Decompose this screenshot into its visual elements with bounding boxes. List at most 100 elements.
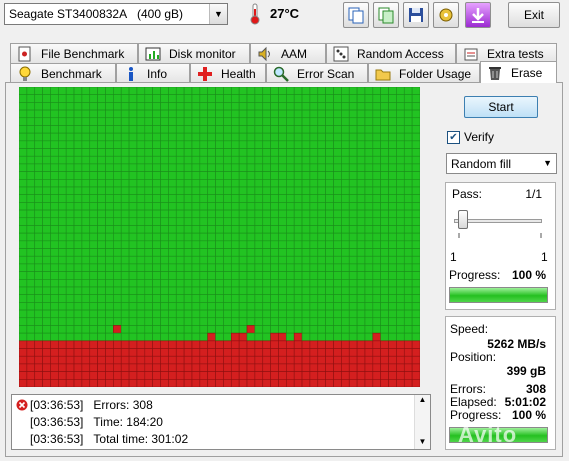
block-ok: [301, 148, 311, 157]
block-ok: [105, 271, 114, 280]
block-ok: [246, 171, 256, 180]
start-button[interactable]: Start: [464, 96, 538, 118]
block-error: [113, 348, 122, 357]
block-ok: [42, 186, 51, 195]
block-ok: [175, 117, 185, 126]
block-ok: [317, 294, 326, 303]
drive-select[interactable]: Seagate ST3400832A (400 gB) ▼: [4, 3, 228, 25]
block-ok: [97, 232, 106, 242]
block-ok: [191, 140, 201, 149]
scroll-down-icon[interactable]: ▼: [415, 437, 430, 449]
scroll-up-icon[interactable]: ▲: [415, 395, 430, 407]
block-ok: [293, 325, 303, 334]
exit-button[interactable]: Exit: [508, 2, 560, 28]
block-ok: [97, 279, 106, 288]
block-ok: [364, 125, 374, 134]
tab-erase[interactable]: Erase: [480, 61, 557, 83]
block-error: [199, 340, 208, 349]
pass-slider-thumb[interactable]: [458, 210, 468, 229]
block-ok: [230, 148, 240, 157]
block-ok: [364, 155, 374, 165]
block-error: [396, 348, 405, 357]
block-ok: [246, 209, 256, 219]
block-ok: [175, 240, 185, 249]
tab-health[interactable]: Health: [190, 63, 266, 83]
block-error: [175, 379, 185, 387]
download-button[interactable]: [465, 2, 491, 28]
log-scrollbar[interactable]: ▲ ▼: [414, 395, 430, 449]
block-error: [97, 371, 106, 380]
block-ok: [26, 202, 36, 211]
block-ok: [152, 163, 161, 172]
block-ok: [199, 186, 208, 195]
block-ok: [136, 102, 146, 111]
block-error: [293, 332, 303, 342]
tab-random-access[interactable]: Random Access: [326, 43, 456, 63]
tab-extra-tests[interactable]: Extra tests: [456, 43, 557, 63]
block-ok: [380, 87, 389, 95]
block-ok: [120, 140, 130, 149]
tab-aam[interactable]: AAM: [250, 43, 326, 63]
block-ok: [120, 163, 130, 172]
block-ok: [325, 255, 334, 265]
block-error: [50, 363, 59, 372]
block-ok: [73, 94, 83, 103]
block-ok: [65, 102, 75, 111]
copy-image-button[interactable]: [373, 2, 399, 28]
block-ok: [81, 109, 91, 119]
block-ok: [58, 263, 67, 272]
block-ok: [168, 248, 177, 257]
fill-mode-select[interactable]: Random fill ▼: [446, 153, 557, 174]
tab-benchmark[interactable]: Benchmark: [10, 63, 116, 83]
block-ok: [26, 171, 36, 180]
block-ok: [341, 109, 350, 119]
tab-disk-monitor[interactable]: Disk monitor: [138, 43, 250, 63]
block-ok: [58, 179, 67, 188]
block-ok: [372, 263, 381, 272]
block-ok: [207, 132, 216, 142]
block-ok: [50, 255, 59, 265]
chevron-down-icon[interactable]: ▼: [209, 4, 227, 24]
block-ok: [278, 309, 287, 319]
block-error: [81, 355, 91, 365]
block-ok: [388, 125, 397, 134]
block-ok: [42, 94, 51, 103]
block-ok: [293, 117, 303, 126]
block-ok: [144, 302, 153, 311]
block-ok: [168, 109, 177, 119]
block-ok: [144, 148, 153, 157]
options-button[interactable]: [433, 2, 459, 28]
block-ok: [341, 132, 350, 142]
block-ok: [65, 309, 75, 319]
block-ok: [215, 325, 224, 334]
tab-label: Health: [221, 66, 256, 81]
block-ok: [113, 163, 122, 172]
checkmark-icon[interactable]: ✔: [447, 130, 460, 144]
block-ok: [19, 286, 28, 295]
tab-error-scan[interactable]: Error Scan: [266, 63, 368, 83]
block-error: [19, 355, 28, 365]
tab-file-benchmark[interactable]: File Benchmark: [10, 43, 138, 63]
block-ok: [81, 194, 91, 203]
block-ok: [254, 302, 264, 311]
verify-checkbox[interactable]: ✔ Verify: [447, 130, 494, 144]
block-ok: [50, 186, 59, 195]
block-ok: [411, 102, 420, 111]
block-error: [278, 340, 287, 349]
block-error: [246, 363, 256, 372]
block-ok: [325, 271, 334, 280]
block-ok: [160, 271, 169, 280]
block-ok: [254, 148, 264, 157]
block-ok: [183, 279, 193, 288]
block-ok: [191, 240, 201, 249]
tab-info[interactable]: Info: [116, 63, 190, 83]
copy-text-button[interactable]: [343, 2, 369, 28]
tab-folder-usage[interactable]: Folder Usage: [368, 63, 480, 83]
block-ok: [380, 202, 389, 211]
save-button[interactable]: [403, 2, 429, 28]
block-ok: [152, 102, 161, 111]
block-ok: [372, 248, 381, 257]
block-ok: [120, 171, 130, 180]
log-list[interactable]: [03:36:53] Errors: 308 [03:36:53] Time: …: [11, 394, 431, 450]
block-ok: [317, 155, 326, 165]
